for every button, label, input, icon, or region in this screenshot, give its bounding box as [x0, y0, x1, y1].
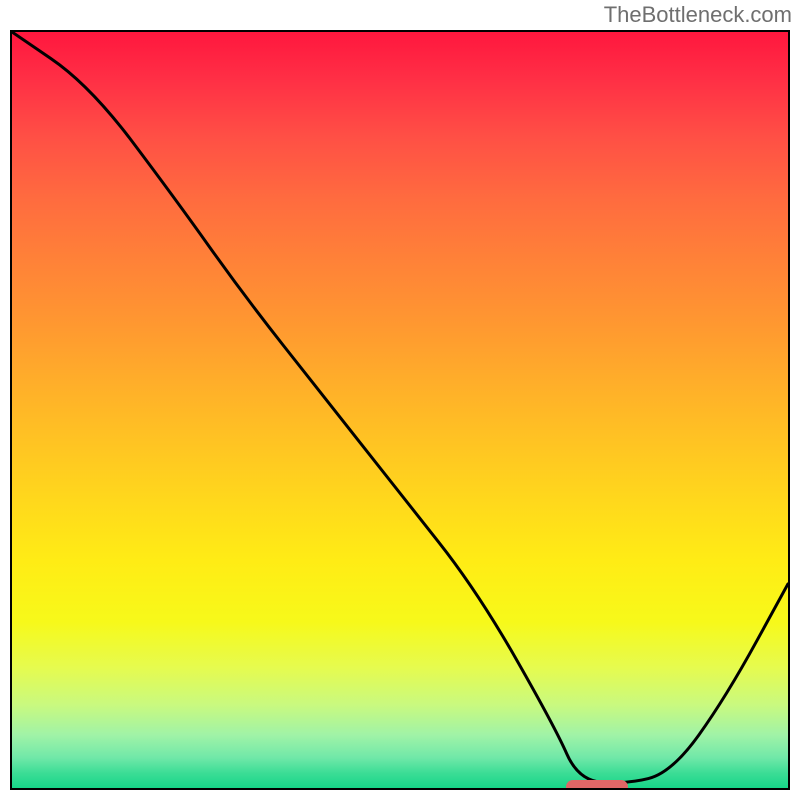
- watermark-text: TheBottleneck.com: [604, 2, 792, 28]
- bottleneck-line: [12, 32, 788, 788]
- optimal-range-marker: [566, 780, 628, 790]
- chart-area: [10, 30, 790, 790]
